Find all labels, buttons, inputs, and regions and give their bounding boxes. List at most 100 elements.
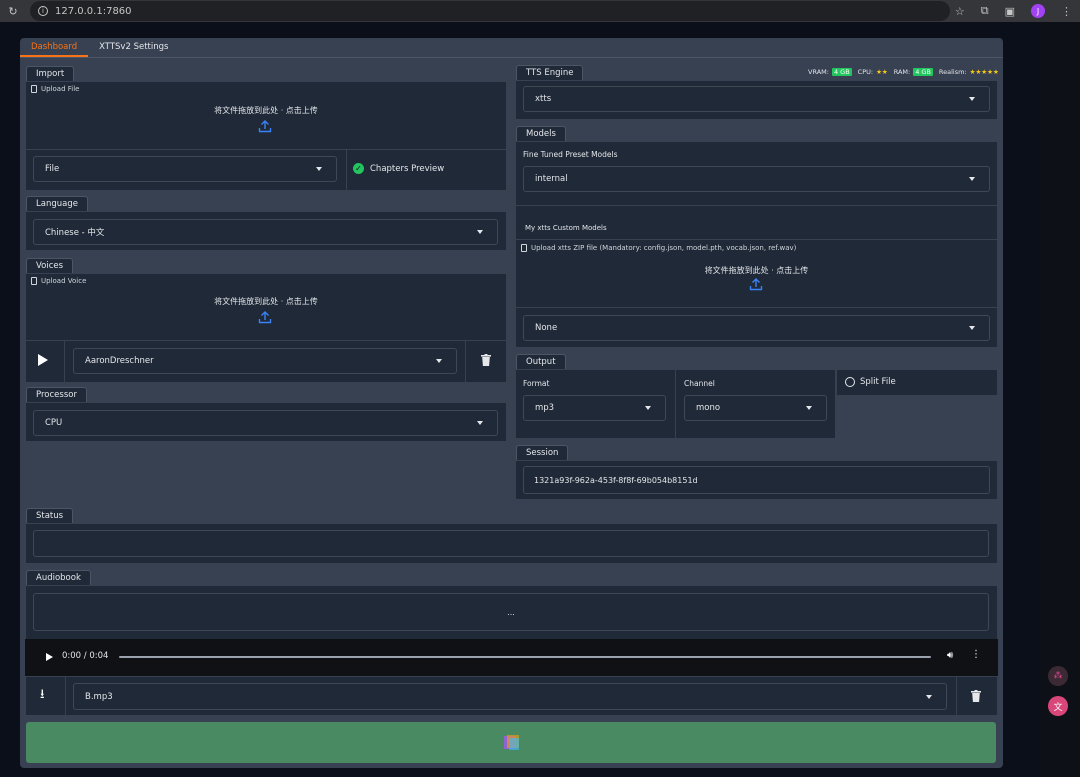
chevron-down-icon: [436, 359, 442, 363]
processor-dropdown[interactable]: CPU: [33, 410, 498, 436]
processor-label: Processor: [26, 387, 87, 402]
audio-progress-track[interactable]: [119, 656, 931, 658]
voices-label: Voices: [26, 258, 74, 273]
volume-icon[interactable]: 🔊︎: [947, 650, 953, 661]
tts-engine-label: TTS Engine: [516, 65, 584, 80]
format-dropdown[interactable]: mp3: [523, 395, 666, 421]
import-label: Import: [26, 66, 75, 81]
models-upload-hint: Upload xtts ZIP file (Mandatory: config.…: [521, 244, 796, 252]
file-icon: [31, 277, 37, 285]
tab-underline: [20, 57, 1003, 58]
import-upload-hint: Upload File: [31, 85, 79, 93]
audiobook-label: Audiobook: [26, 570, 91, 585]
output-label: Output: [516, 354, 566, 369]
translate-float-icon[interactable]: 文: [1048, 696, 1068, 716]
voices-vertical-divider: [64, 340, 65, 383]
models-divider-2: [515, 239, 998, 240]
import-vertical-divider: [346, 149, 347, 191]
language-dropdown[interactable]: Chinese - 中文: [33, 219, 498, 245]
status-field[interactable]: [33, 530, 989, 557]
status-label: Status: [26, 508, 74, 523]
chevron-down-icon: [969, 326, 975, 330]
models-divider-3: [515, 307, 998, 308]
voices-upload-hint: Upload Voice: [31, 277, 86, 285]
engine-specs: VRAM: 4 GB CPU: ★★ RAM: 4 GB Realism: ★★…: [808, 68, 999, 76]
audiobook-vertical-divider-2: [956, 677, 957, 716]
extensions-icon[interactable]: ⧉: [981, 4, 989, 18]
file-icon: [31, 85, 37, 93]
chevron-down-icon: [969, 177, 975, 181]
right-gutter: [1040, 22, 1080, 777]
channel-dropdown[interactable]: mono: [684, 395, 827, 421]
language-label: Language: [26, 196, 88, 211]
cpu-stars: ★★: [876, 68, 888, 76]
convert-button[interactable]: [26, 722, 996, 763]
site-info-icon[interactable]: i: [38, 6, 48, 16]
chapters-preview-checkbox[interactable]: ✓ Chapters Preview: [353, 163, 444, 174]
chevron-down-icon: [926, 694, 932, 699]
format-label: Format: [523, 379, 550, 388]
browser-toolbar: ↻ i 127.0.0.1:7860 ☆ ⧉ ▣ J ⋮: [0, 0, 1080, 22]
tab-dashboard[interactable]: Dashboard: [20, 38, 89, 57]
import-file-type-dropdown[interactable]: File: [33, 156, 337, 182]
file-icon: [521, 244, 527, 252]
voice-dropdown[interactable]: AaronDreschner: [73, 348, 457, 374]
audio-play-icon[interactable]: [46, 653, 53, 661]
import-drop-text[interactable]: 将文件拖放到此处 · 点击上传: [25, 105, 507, 116]
browser-menu-icon[interactable]: ⋮: [1061, 5, 1072, 18]
session-id-field[interactable]: 1321a93f-962a-453f-8f8f-69b054b8151d: [523, 466, 990, 494]
chevron-down-icon: [477, 230, 483, 234]
models-divider: [515, 205, 998, 206]
session-label: Session: [516, 445, 569, 460]
channel-label: Channel: [684, 379, 715, 388]
output-vertical-divider: [675, 369, 676, 439]
custom-models-label: My xtts Custom Models: [525, 224, 607, 232]
address-bar[interactable]: i 127.0.0.1:7860: [30, 1, 950, 21]
audiobook-text-field[interactable]: ...: [33, 593, 989, 631]
upload-icon[interactable]: [749, 277, 763, 291]
audio-more-icon[interactable]: ⋮: [971, 649, 981, 660]
chevron-down-icon: [316, 167, 322, 171]
apps-float-icon[interactable]: ⁂: [1048, 666, 1068, 686]
upload-icon[interactable]: [258, 119, 272, 133]
chevron-down-icon: [645, 406, 651, 410]
profile-avatar[interactable]: J: [1031, 4, 1045, 18]
browser-actions: ☆ ⧉ ▣ J ⋮: [955, 0, 1072, 22]
checkmark-icon: ✓: [353, 163, 364, 174]
audiobook-vertical-divider: [65, 677, 66, 716]
models-label: Models: [516, 126, 566, 141]
custom-model-dropdown[interactable]: None: [523, 315, 990, 341]
fine-tuned-label: Fine Tuned Preset Models: [523, 150, 618, 159]
book-icon: [504, 735, 519, 750]
voices-vertical-divider-2: [465, 340, 466, 383]
gradio-app: Dashboard XTTSv2 Settings Import Upload …: [20, 38, 1003, 768]
side-panel-icon[interactable]: ▣: [1005, 5, 1015, 18]
voices-drop-text[interactable]: 将文件拖放到此处 · 点击上传: [25, 296, 507, 307]
import-divider: [25, 149, 507, 150]
tts-engine-dropdown[interactable]: xtts: [523, 86, 990, 112]
fine-tuned-dropdown[interactable]: internal: [523, 166, 990, 192]
chevron-down-icon: [969, 97, 975, 101]
split-file-checkbox[interactable]: Split File: [845, 377, 896, 387]
download-icon[interactable]: ⭳: [40, 685, 45, 707]
reload-icon[interactable]: ↻: [2, 0, 24, 22]
chevron-down-icon: [477, 421, 483, 425]
realism-stars: ★★★★★: [969, 68, 999, 76]
audiobook-file-dropdown[interactable]: B.mp3: [73, 683, 947, 710]
checkbox-empty-icon: [845, 377, 855, 387]
trash-icon[interactable]: [971, 690, 981, 702]
trash-icon[interactable]: [481, 354, 491, 366]
tab-xttsv2-settings[interactable]: XTTSv2 Settings: [88, 38, 179, 57]
audiobook-divider: [25, 676, 998, 677]
url-text: 127.0.0.1:7860: [55, 5, 132, 17]
play-voice-icon[interactable]: [38, 354, 48, 366]
tab-bar: Dashboard XTTSv2 Settings: [20, 38, 179, 57]
ram-badge: 4 GB: [913, 68, 933, 76]
bookmark-star-icon[interactable]: ☆: [955, 5, 965, 18]
audio-time: 0:00 / 0:04: [62, 651, 109, 661]
vram-badge: 4 GB: [831, 68, 852, 76]
voices-divider: [25, 340, 507, 341]
models-drop-text[interactable]: 将文件拖放到此处 · 点击上传: [515, 265, 998, 276]
upload-icon[interactable]: [258, 310, 272, 324]
chevron-down-icon: [806, 406, 812, 410]
